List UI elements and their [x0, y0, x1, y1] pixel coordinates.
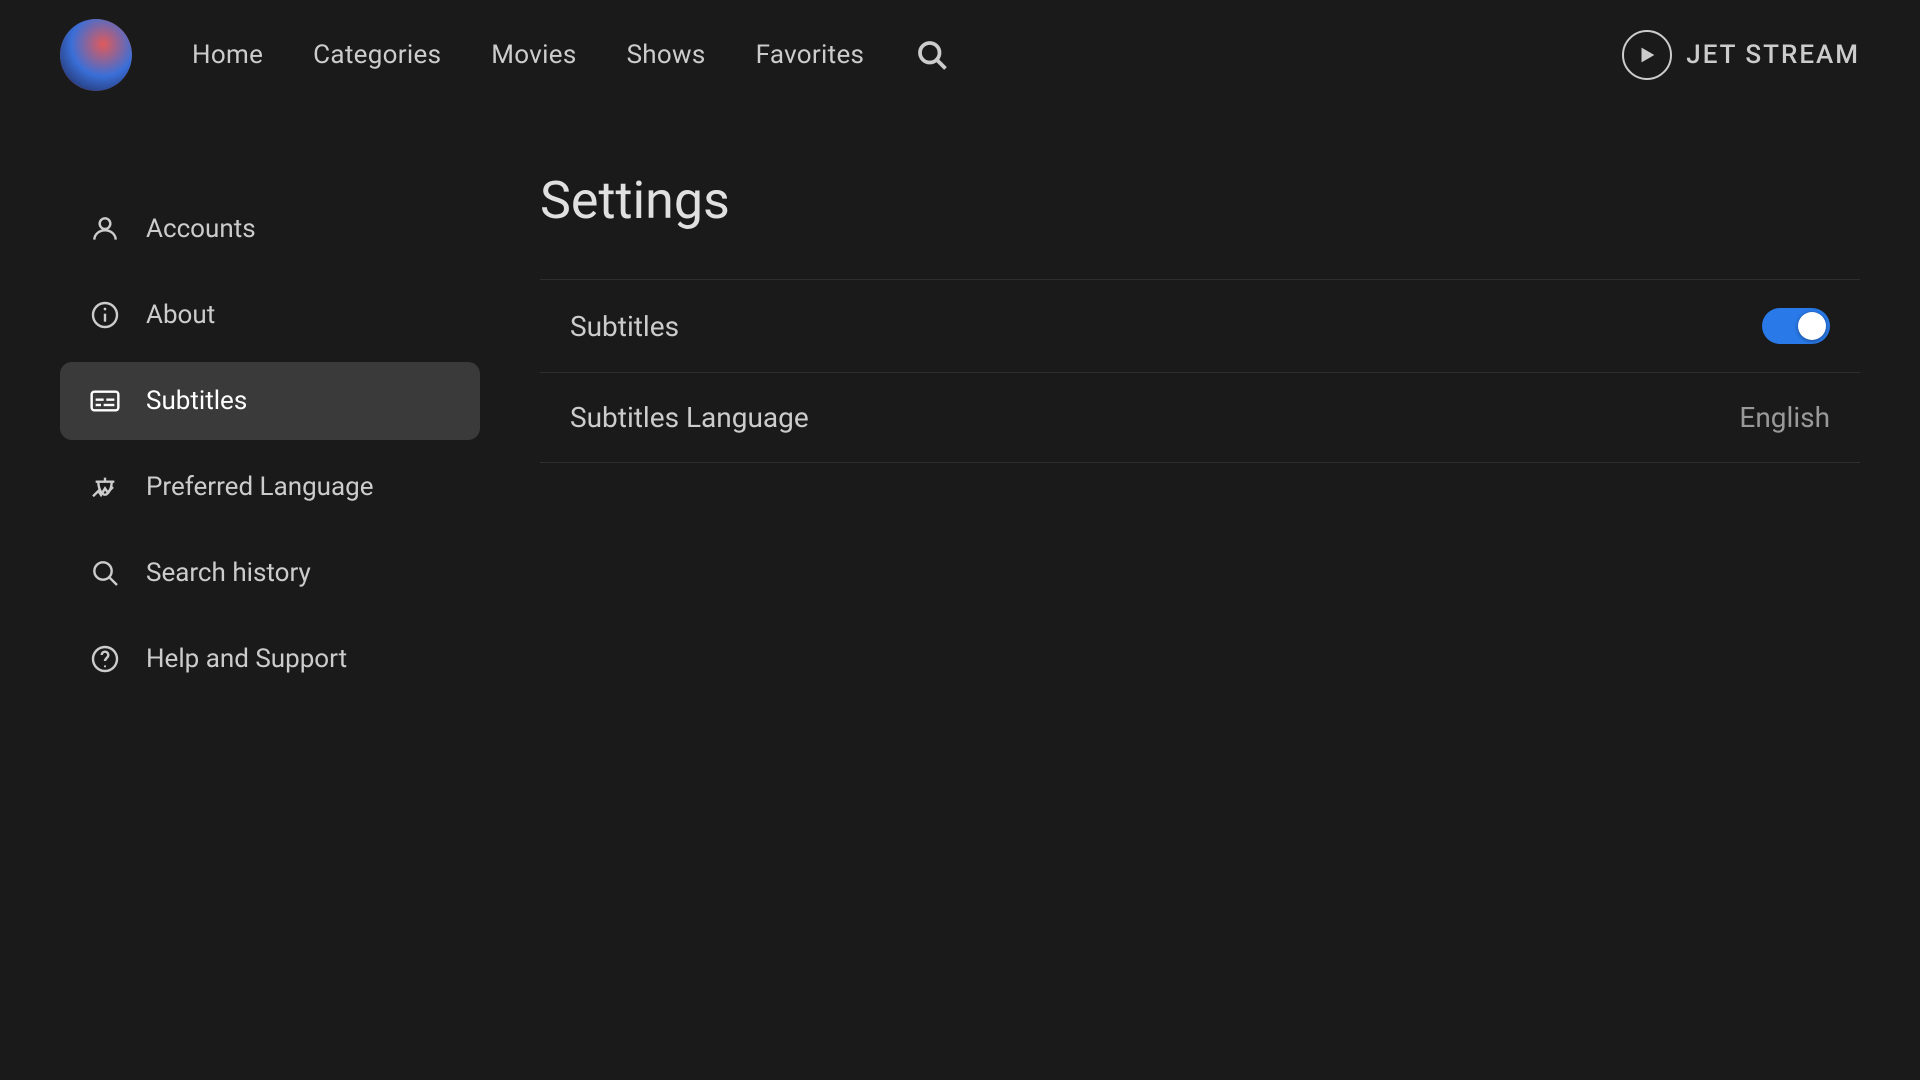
sidebar-item-about-label: About	[146, 300, 215, 330]
sidebar-item-help-support-label: Help and Support	[146, 644, 347, 674]
help-icon	[88, 642, 122, 676]
settings-section: Subtitles Subtitles Language English	[540, 279, 1860, 463]
nav-categories[interactable]: Categories	[313, 40, 441, 70]
sidebar-item-about[interactable]: About	[60, 276, 480, 354]
sidebar-item-search-history[interactable]: Search history	[60, 534, 480, 612]
header: Home Categories Movies Shows Favorites J…	[0, 0, 1920, 110]
sidebar-item-accounts[interactable]: Accounts	[60, 190, 480, 268]
nav-shows[interactable]: Shows	[627, 40, 706, 70]
sidebar-item-subtitles[interactable]: Subtitles	[60, 362, 480, 440]
main-content: Accounts About	[0, 110, 1920, 1080]
nav-movies[interactable]: Movies	[491, 40, 576, 70]
search-button[interactable]	[914, 37, 950, 73]
person-icon	[88, 212, 122, 246]
subtitles-language-value: English	[1739, 401, 1830, 434]
subtitles-language-row[interactable]: Subtitles Language English	[540, 373, 1860, 463]
sidebar-item-help-support[interactable]: Help and Support	[60, 620, 480, 698]
toggle-thumb	[1798, 312, 1826, 340]
translate-icon	[88, 470, 122, 504]
sidebar-item-subtitles-label: Subtitles	[146, 386, 247, 416]
nav-home[interactable]: Home	[192, 40, 263, 70]
info-icon	[88, 298, 122, 332]
sidebar-item-preferred-language-label: Preferred Language	[146, 472, 374, 502]
main-nav: Home Categories Movies Shows Favorites	[192, 37, 1622, 73]
subtitles-language-label: Subtitles Language	[570, 401, 809, 434]
subtitles-row: Subtitles	[540, 279, 1860, 373]
subtitles-toggle[interactable]	[1762, 308, 1830, 344]
settings-content: Settings Subtitles Subtitles Language En…	[540, 150, 1860, 1040]
sidebar: Accounts About	[60, 150, 480, 1040]
search-history-icon	[88, 556, 122, 590]
brand-play-icon	[1622, 30, 1672, 80]
sidebar-item-search-history-label: Search history	[146, 558, 311, 588]
nav-favorites[interactable]: Favorites	[756, 40, 865, 70]
sidebar-item-accounts-label: Accounts	[146, 214, 256, 244]
brand-name: JET STREAM	[1686, 40, 1860, 70]
settings-title: Settings	[540, 170, 1860, 231]
subtitles-label: Subtitles	[570, 310, 679, 343]
brand: JET STREAM	[1622, 30, 1860, 80]
subtitles-icon	[88, 384, 122, 418]
avatar[interactable]	[60, 19, 132, 91]
sidebar-item-preferred-language[interactable]: Preferred Language	[60, 448, 480, 526]
